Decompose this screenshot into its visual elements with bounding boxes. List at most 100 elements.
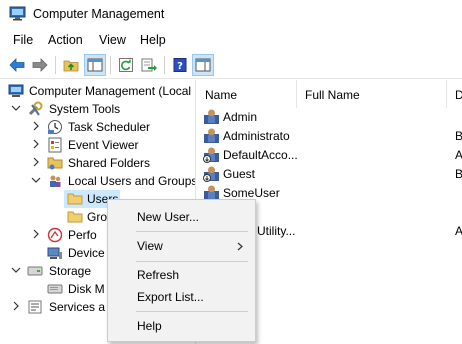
storage-icon xyxy=(27,266,43,276)
users-groups-icon xyxy=(50,175,61,187)
tree-item-event-viewer[interactable]: Event Viewer xyxy=(0,136,195,154)
toolbar-separator xyxy=(55,56,56,74)
console-tree-icon xyxy=(87,58,103,72)
menu-file[interactable]: File xyxy=(13,33,33,47)
action-pane-icon xyxy=(195,58,211,72)
window-title: Computer Management xyxy=(33,7,165,21)
device-manager-icon xyxy=(47,247,62,259)
export-list-button[interactable] xyxy=(138,54,160,76)
user-name: SomeUser xyxy=(223,186,280,200)
column-header-name[interactable]: Name xyxy=(197,80,297,108)
computer-management-icon xyxy=(9,6,26,21)
user-description: A xyxy=(455,224,462,238)
user-disabled-icon xyxy=(203,166,219,182)
tree-item-label: Gro xyxy=(87,210,108,224)
help-button[interactable]: ? xyxy=(169,54,191,76)
user-name: Utility... xyxy=(257,224,296,238)
chevron-down-icon[interactable] xyxy=(31,175,41,185)
shared-folder-icon xyxy=(47,157,63,170)
tree-item-label: Local Users and Groups xyxy=(68,174,196,188)
context-menu-export-list[interactable]: Export List... xyxy=(109,286,254,308)
user-description: A xyxy=(455,148,462,162)
menu-item-label: New User... xyxy=(137,210,200,224)
user-description: B xyxy=(455,167,462,181)
event-viewer-icon xyxy=(48,137,62,153)
disk-icon xyxy=(47,284,63,294)
tree-item-label: Device xyxy=(68,246,105,260)
tree-item-system-tools[interactable]: System Tools xyxy=(0,100,195,118)
services-icon xyxy=(28,300,42,314)
tree-item-label: Services a xyxy=(49,300,106,314)
tree-item-label: Storage xyxy=(49,264,92,278)
menu-separator xyxy=(136,231,248,232)
column-header-description[interactable]: D xyxy=(447,80,462,108)
chevron-right-icon[interactable] xyxy=(31,121,41,131)
chevron-down-icon[interactable] xyxy=(11,103,21,113)
tree-item-label: Computer Management (Local xyxy=(29,84,192,98)
folder-icon xyxy=(67,211,83,223)
toolbar-separator xyxy=(110,56,111,74)
tree-item-label: Event Viewer xyxy=(68,138,139,152)
tools-icon xyxy=(28,101,43,116)
forward-button[interactable] xyxy=(29,54,51,76)
menu-item-label: View xyxy=(137,239,163,253)
tree-item-label: Shared Folders xyxy=(68,156,151,170)
chevron-down-icon[interactable] xyxy=(11,265,21,275)
submenu-arrow-icon xyxy=(237,242,243,251)
refresh-icon xyxy=(119,58,133,72)
user-name: DefaultAcco... xyxy=(223,148,298,162)
menu-item-label: Export List... xyxy=(137,290,204,304)
computer-management-icon xyxy=(8,84,24,97)
toolbar: ? xyxy=(0,51,462,79)
up-level-button[interactable] xyxy=(60,54,82,76)
context-menu-new-user[interactable]: New User... xyxy=(109,206,254,228)
list-item[interactable]: DefaultAcco... A xyxy=(197,145,462,164)
tree-item-shared-folders[interactable]: Shared Folders xyxy=(0,154,195,172)
tree-item-root[interactable]: Computer Management (Local xyxy=(0,82,195,100)
list-item[interactable]: Administrato B xyxy=(197,126,462,145)
menu-action[interactable]: Action xyxy=(48,33,83,47)
toolbar-separator xyxy=(164,56,165,74)
context-menu-help[interactable]: Help xyxy=(109,315,254,337)
chevron-right-icon[interactable] xyxy=(31,139,41,149)
list-item[interactable]: Guest B xyxy=(197,164,462,183)
chevron-right-icon[interactable] xyxy=(31,157,41,167)
user-name: Guest xyxy=(223,167,256,181)
chevron-right-icon[interactable] xyxy=(31,229,41,239)
context-menu-refresh[interactable]: Refresh xyxy=(109,264,254,286)
user-name: Administrato xyxy=(223,129,290,143)
user-description: B xyxy=(455,129,462,143)
user-disabled-icon xyxy=(203,147,219,163)
user-icon xyxy=(204,109,219,124)
tree-item-label: Perfo xyxy=(68,228,97,242)
list-item[interactable]: Admin xyxy=(197,107,462,126)
chevron-right-icon[interactable] xyxy=(11,301,21,311)
export-list-icon xyxy=(141,58,157,72)
clock-icon xyxy=(48,120,62,134)
context-menu-view[interactable]: View xyxy=(109,235,254,257)
user-name: Admin xyxy=(223,110,258,124)
refresh-button[interactable] xyxy=(115,54,137,76)
tree-item-task-scheduler[interactable]: Task Scheduler xyxy=(0,118,195,136)
menu-help[interactable]: Help xyxy=(140,33,166,47)
svg-text:?: ? xyxy=(177,61,183,72)
show-hide-action-pane-button[interactable] xyxy=(192,54,214,76)
menu-item-label: Refresh xyxy=(137,268,180,282)
show-hide-console-tree-button[interactable] xyxy=(84,54,106,76)
tree-item-label: System Tools xyxy=(49,102,121,116)
back-button[interactable] xyxy=(6,54,28,76)
context-menu: New User... View Refresh Export List... … xyxy=(107,199,256,342)
menu-view[interactable]: View xyxy=(99,33,126,47)
menu-separator xyxy=(136,311,248,312)
user-icon xyxy=(204,128,219,143)
help-icon: ? xyxy=(173,58,187,72)
tree-item-label: Disk M xyxy=(68,282,105,296)
up-folder-icon xyxy=(63,60,79,72)
forward-icon xyxy=(32,58,48,72)
back-icon xyxy=(9,58,25,72)
performance-icon xyxy=(47,227,63,243)
column-header-full-name[interactable]: Full Name xyxy=(297,80,447,108)
menu-item-label: Help xyxy=(137,319,162,333)
tree-item-local-users-and-groups[interactable]: Local Users and Groups xyxy=(0,172,196,190)
column-header-label: Full Name xyxy=(305,88,360,102)
